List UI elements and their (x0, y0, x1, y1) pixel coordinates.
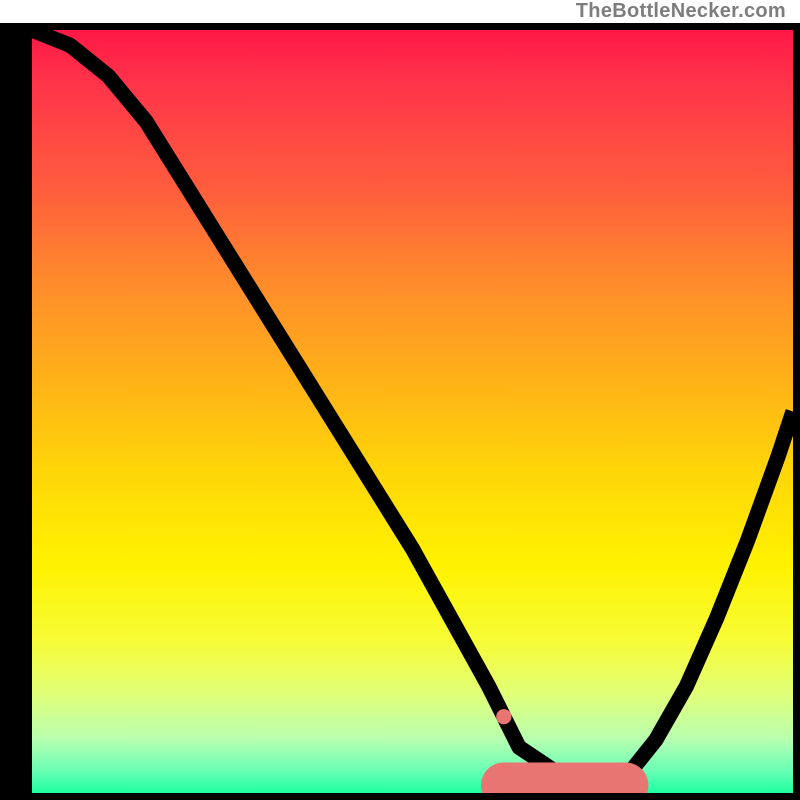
chart-svg (32, 30, 793, 793)
watermark-text: TheBottleNecker.com (576, 0, 786, 23)
highlight-end-dot (618, 770, 633, 785)
highlight-start-dot (496, 709, 511, 724)
bottleneck-curve (32, 30, 793, 785)
chart-frame (0, 23, 800, 800)
plot-area (32, 30, 793, 793)
